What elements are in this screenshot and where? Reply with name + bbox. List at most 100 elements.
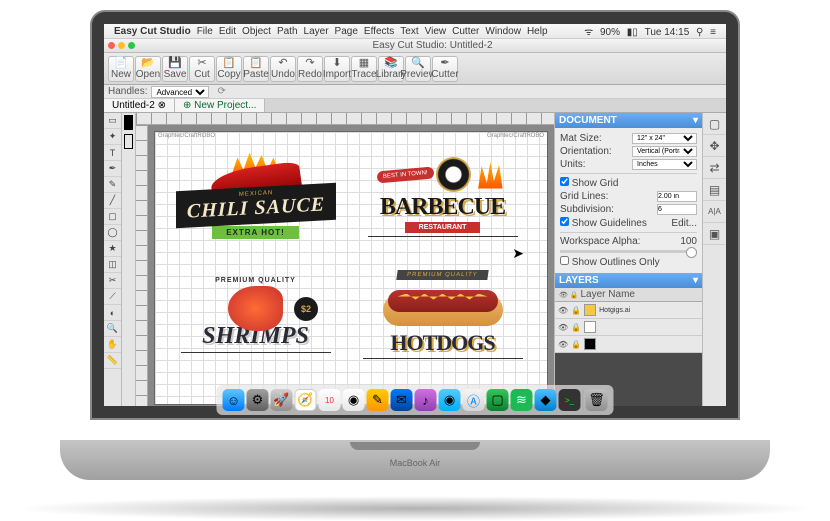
menu-text[interactable]: Text: [400, 26, 418, 37]
mat-size-select[interactable]: 12" x 24": [632, 133, 697, 144]
menu-file[interactable]: File: [197, 26, 213, 37]
close-button[interactable]: [108, 42, 115, 49]
notif-icon[interactable]: ≡: [710, 27, 716, 38]
chrome-icon[interactable]: ◉: [343, 389, 365, 406]
menu-cutter[interactable]: Cutter: [452, 26, 479, 37]
terminal-icon[interactable]: >_: [559, 389, 581, 406]
ellipse-tool[interactable]: ◯: [104, 225, 121, 241]
menu-edit[interactable]: Edit: [219, 26, 236, 37]
doc-tab-1[interactable]: Untitled-2 ⊗: [104, 99, 175, 112]
cutting-mat[interactable]: Graphtec/CraftROBO Graphtec/CraftROBO ME…: [154, 131, 548, 405]
design-hotdogs[interactable]: PREMIUM QUALITY HOTDOGS: [355, 260, 530, 368]
spotlight-icon[interactable]: ⚲: [696, 27, 703, 38]
measure-tool[interactable]: 📏: [104, 353, 121, 369]
menu-layer[interactable]: Layer: [304, 26, 329, 37]
outlines-checkbox[interactable]: [560, 256, 569, 265]
menu-window[interactable]: Window: [485, 26, 521, 37]
menu-path[interactable]: Path: [277, 26, 298, 37]
layer-row[interactable]: 👁🔒: [555, 336, 702, 353]
facetime-icon[interactable]: ▢: [487, 389, 509, 406]
toolbar-trace-button[interactable]: ▦Trace: [351, 56, 377, 82]
toolbar-preview-button[interactable]: 🔍Preview: [405, 56, 431, 82]
page-tool-icon[interactable]: ▢: [703, 113, 726, 135]
pencil-tool[interactable]: ✎: [104, 177, 121, 193]
app-menu[interactable]: Easy Cut Studio: [114, 26, 191, 37]
trash-icon[interactable]: 🗑: [586, 389, 608, 406]
menu-page[interactable]: Page: [335, 26, 358, 37]
canvas[interactable]: Graphtec/CraftROBO Graphtec/CraftROBO ME…: [148, 125, 554, 406]
eraser-tool[interactable]: ◫: [104, 257, 121, 273]
alpha-slider[interactable]: [560, 250, 697, 253]
close-tab-icon[interactable]: ⊗: [158, 100, 166, 111]
eyedrop-tool[interactable]: ⟋: [104, 289, 121, 305]
star-tool[interactable]: ★: [104, 241, 121, 257]
appstore-icon[interactable]: Ⓐ: [463, 389, 485, 406]
app-icon[interactable]: ◆: [535, 389, 557, 406]
toolbar-redo-button[interactable]: ↷Redo: [297, 56, 323, 82]
grid-lines-input[interactable]: [657, 191, 697, 202]
minimize-button[interactable]: [118, 42, 125, 49]
units-select[interactable]: Inches: [632, 159, 697, 170]
messages-icon[interactable]: ◉: [439, 389, 461, 406]
menu-effects[interactable]: Effects: [364, 26, 394, 37]
toolbar-cutter-button[interactable]: ✒Cutter: [432, 56, 458, 82]
calendar-icon[interactable]: 10: [319, 389, 341, 406]
align-tool-icon[interactable]: A|A: [703, 201, 726, 223]
new-project-tab[interactable]: ⊕ New Project...: [175, 99, 265, 112]
design-chili-sauce[interactable]: MEXICAN CHILI SAUCE EXTRA HOT!: [173, 147, 338, 242]
show-guides-checkbox[interactable]: [560, 217, 569, 226]
wifi-icon[interactable]: ᯤ: [584, 27, 593, 38]
mail-icon[interactable]: ✉: [391, 389, 413, 406]
design-barbecue[interactable]: BEST IN TOWN! BARBECUE RESTAURANT: [355, 147, 530, 247]
toolbar-new-button[interactable]: 📄New: [108, 56, 134, 82]
toolbar-import-button[interactable]: ⬇Import: [324, 56, 350, 82]
orient-select[interactable]: Vertical (Portrait): [632, 146, 697, 157]
layers-panel-header[interactable]: LAYERS▾: [555, 273, 702, 288]
zoom-tool[interactable]: 🔍: [104, 321, 121, 337]
edit-guides-link[interactable]: Edit...: [671, 218, 697, 229]
color-tool-icon[interactable]: ▣: [703, 223, 726, 245]
maximize-button[interactable]: [128, 42, 135, 49]
line-tool[interactable]: ╱: [104, 193, 121, 209]
itunes-icon[interactable]: ♪: [415, 389, 437, 406]
subdiv-input[interactable]: [657, 204, 697, 215]
ruler-tool-icon[interactable]: ▤: [703, 179, 726, 201]
pan-tool[interactable]: ✋: [104, 337, 121, 353]
show-grid-checkbox[interactable]: [560, 177, 569, 186]
toolbar-save-button[interactable]: 💾Save: [162, 56, 188, 82]
text-tool[interactable]: T: [104, 145, 121, 161]
settings-icon[interactable]: ⚙: [247, 389, 269, 406]
toolbar-copy-button[interactable]: 📋Copy: [216, 56, 242, 82]
panel-menu-icon[interactable]: ▾: [693, 115, 698, 126]
handles-mode[interactable]: Advanced: [151, 86, 209, 98]
node-tool[interactable]: ✦: [104, 129, 121, 145]
menu-view[interactable]: View: [425, 26, 447, 37]
design-shrimps[interactable]: PREMIUM QUALITY $2 SHRIMPS: [173, 262, 338, 367]
layer-row[interactable]: 👁🔒Hotgigs.ai: [555, 302, 702, 319]
panel-menu-icon[interactable]: ▾: [693, 275, 698, 286]
toolbar-open-button[interactable]: 📂Open: [135, 56, 161, 82]
knife-tool[interactable]: ✂: [104, 273, 121, 289]
document-panel-header[interactable]: DOCUMENT▾: [555, 113, 702, 128]
launchpad-icon[interactable]: 🚀: [271, 389, 293, 406]
battery-icon[interactable]: ▮▯: [627, 27, 638, 38]
pen-tool[interactable]: ✒: [104, 161, 121, 177]
menu-help[interactable]: Help: [527, 26, 548, 37]
safari-icon[interactable]: 🧭: [295, 389, 317, 406]
layer-row[interactable]: 👁🔒: [555, 319, 702, 336]
toolbar-cut-button[interactable]: ✂Cut: [189, 56, 215, 82]
move-tool-icon[interactable]: ✥: [703, 135, 726, 157]
select-tool[interactable]: ▭: [104, 113, 121, 129]
menu-object[interactable]: Object: [242, 26, 271, 37]
flip-tool-icon[interactable]: ⇄: [703, 157, 726, 179]
handles-refresh-icon[interactable]: ⟳: [217, 86, 225, 97]
clock[interactable]: Tue 14:15: [645, 27, 690, 38]
finder-icon[interactable]: ☺: [223, 389, 245, 406]
stroke-swatch[interactable]: [124, 134, 133, 149]
toolbar-undo-button[interactable]: ↶Undo: [270, 56, 296, 82]
gradient-tool[interactable]: ◐: [104, 305, 121, 321]
fill-swatch[interactable]: [124, 115, 133, 130]
spotify-icon[interactable]: ≋: [511, 389, 533, 406]
toolbar-paste-button[interactable]: 📋Paste: [243, 56, 269, 82]
notes-icon[interactable]: ✎: [367, 389, 389, 406]
